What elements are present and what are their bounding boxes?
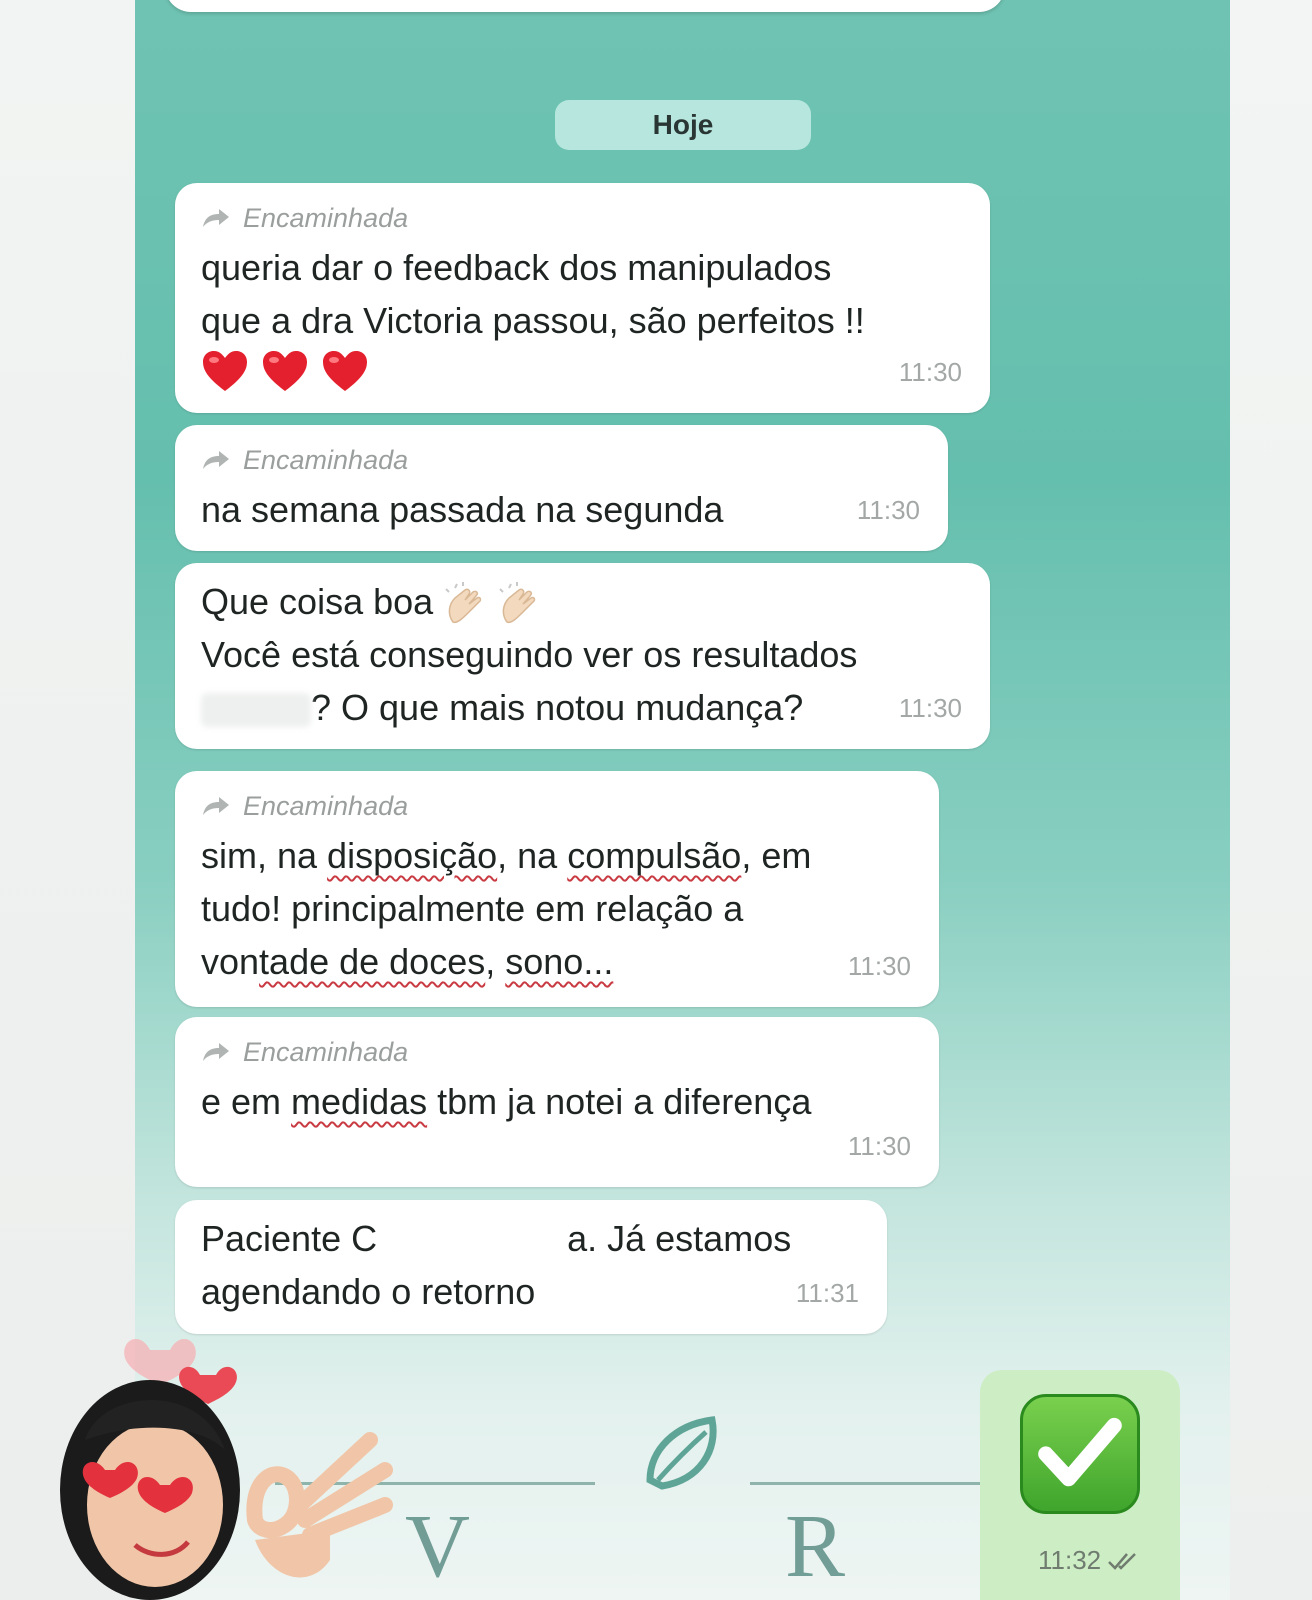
forward-arrow-icon	[203, 797, 229, 815]
message-time: 11:31	[795, 1278, 859, 1308]
forwarded-label: Encaminhada	[201, 201, 962, 235]
forwarded-label: Encaminhada	[201, 789, 911, 823]
logo-divider-right	[750, 1482, 980, 1485]
message-text: na semana passada na segunda	[201, 489, 724, 530]
heart-icon	[323, 351, 367, 391]
message-line: agendando o retorno	[201, 1271, 536, 1312]
forward-arrow-icon	[203, 209, 229, 227]
logo-letter-right: R	[785, 1497, 846, 1596]
message-time: 11:30	[847, 951, 911, 981]
heart-emojis	[201, 349, 962, 393]
check-mark-emoji	[1020, 1394, 1140, 1514]
heart-icon	[203, 351, 247, 391]
heart-icon	[263, 351, 307, 391]
leaf-logo-icon	[646, 1416, 717, 1490]
message-text: sim, na disposição, na compulsão, em tud…	[201, 835, 812, 982]
clapping-hands-icon	[499, 582, 536, 624]
message-time: 11:30	[898, 357, 962, 387]
message-bubble[interactable]: Encaminhada sim, na disposição, na compu…	[175, 771, 939, 1007]
sent-message-bubble[interactable]: 11:32	[980, 1370, 1180, 1600]
message-time: 11:30	[898, 693, 962, 723]
message-bubble[interactable]: Encaminhada e em medidas tbm ja notei a …	[175, 1017, 939, 1187]
forward-arrow-icon	[203, 1043, 229, 1061]
message-bubble[interactable]: Encaminhada queria dar o feedback dos ma…	[175, 183, 990, 413]
message-line: Você está conseguindo ver os resultados	[201, 634, 858, 675]
message-line: ? O que mais notou mudança?	[201, 681, 962, 734]
date-chip: Hoje	[555, 100, 811, 150]
forwarded-label: Encaminhada	[201, 1035, 911, 1069]
message-text: queria dar o feedback dos manipulados qu…	[201, 247, 865, 341]
sent-message-meta: 11:32	[1038, 1545, 1141, 1576]
message-bubble[interactable]: Paciente Ca. Já estamos agendando o reto…	[175, 1200, 887, 1334]
previous-message-edge	[165, 0, 1005, 12]
message-bubble[interactable]: Que coisa boa Você está conseguindo ver …	[175, 563, 990, 749]
message-text: e em medidas tbm ja notei a diferença	[201, 1081, 812, 1122]
message-time: 11:30	[856, 495, 920, 525]
message-time: 11:30	[847, 1131, 911, 1161]
clapping-hands-icon	[445, 582, 482, 624]
redacted-name	[201, 693, 311, 728]
message-bubble[interactable]: Encaminhada na semana passada na segunda…	[175, 425, 948, 551]
message-time: 11:32	[1038, 1545, 1102, 1575]
message-line: Paciente Ca. Já estamos	[201, 1212, 859, 1265]
message-line: Que coisa boa	[201, 575, 962, 628]
check-mark-icon	[1038, 1417, 1122, 1487]
background-right-margin	[1230, 0, 1312, 1600]
double-check-icon	[1108, 1552, 1137, 1570]
forward-arrow-icon	[203, 451, 229, 469]
memoji-sticker	[60, 1338, 393, 1600]
redacted-name	[377, 1221, 568, 1262]
forwarded-label: Encaminhada	[201, 443, 920, 477]
